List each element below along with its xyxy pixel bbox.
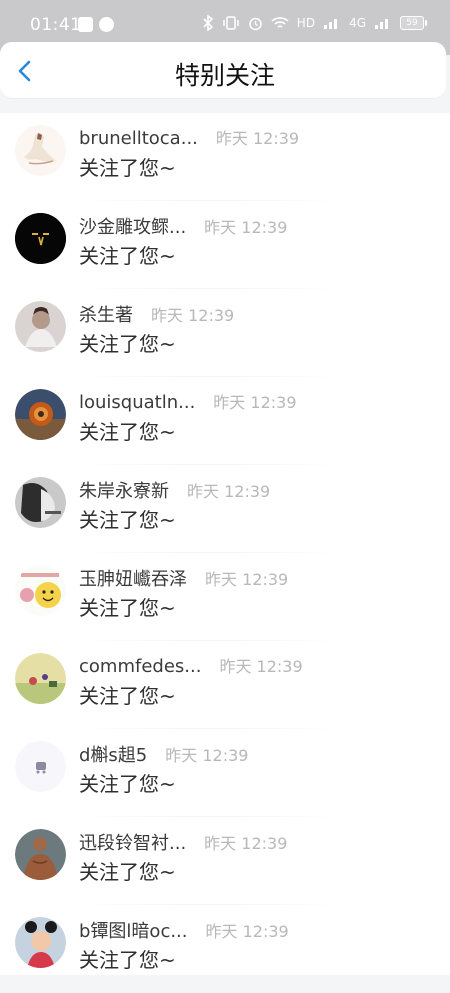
header: 特别关注 [0,42,446,98]
signal-icon-2 [375,19,388,29]
avatar[interactable] [15,477,66,528]
list-item[interactable]: b镡图l暗oc... 昨天 12:39 关注了您~ [0,905,450,993]
timestamp: 昨天 12:39 [213,393,297,412]
timestamp: 昨天 12:39 [205,922,289,941]
message-text: 关注了您~ [79,332,176,356]
message-text: 关注了您~ [79,948,176,972]
list-item[interactable]: 迅段铃智衬... 昨天 12:39 关注了您~ [0,817,450,905]
timestamp: 昨天 12:39 [219,657,303,676]
avatar[interactable] [15,565,66,616]
user-name[interactable]: 朱岸永寮新 昨天 12:39 [79,477,270,503]
alarm-icon [249,17,262,30]
list-item[interactable]: brunelltoca... 昨天 12:39 关注了您~ [0,113,450,201]
vibrate-icon [223,16,239,30]
avatar[interactable] [15,301,66,352]
list-item[interactable]: commfedes... 昨天 12:39 关注了您~ [0,641,450,729]
timestamp: 昨天 12:39 [187,482,271,501]
avatar[interactable] [15,213,66,264]
list-item[interactable]: 沙金雕攻鳏... 昨天 12:39 关注了您~ [0,201,450,289]
user-name[interactable]: d槲s趄5 昨天 12:39 [79,741,248,767]
user-name[interactable]: 玉胂妞巇吞泽 昨天 12:39 [79,565,288,591]
browser-notification-icon [99,17,114,32]
avatar[interactable] [15,917,66,968]
avatar[interactable] [15,389,66,440]
app-notification-icon [78,17,93,32]
timestamp: 昨天 12:39 [215,129,300,148]
timestamp: 昨天 12:39 [204,834,288,853]
avatar[interactable] [15,829,66,880]
avatar[interactable] [15,741,66,792]
list-item[interactable]: 朱岸永寮新 昨天 12:39 关注了您~ [0,465,450,553]
status-time: 01:41 [30,15,82,35]
avatar[interactable] [15,653,66,704]
user-name[interactable]: 迅段铃智衬... 昨天 12:39 [79,829,287,855]
timestamp: 昨天 12:39 [151,306,235,325]
user-name[interactable]: commfedes... 昨天 12:39 [79,653,303,677]
message-text: 关注了您~ [79,860,176,884]
message-text: 关注了您~ [79,684,176,708]
timestamp: 昨天 12:39 [205,570,289,589]
message-text: 关注了您~ [79,772,176,796]
message-text: 关注了您~ [79,596,176,620]
message-text: 关注了您~ [79,508,176,532]
battery-icon: 59 [400,16,427,30]
wifi-icon [271,17,289,28]
timestamp: 昨天 12:39 [165,746,249,765]
signal-icon [324,19,338,29]
network-type-label: 4G [349,16,366,30]
page-title: 特别关注 [174,61,275,90]
notification-icons [78,17,114,32]
user-name[interactable]: louisquatln... 昨天 12:39 [79,389,297,413]
status-icons: HD 4G 59 [202,15,427,31]
list-item[interactable]: 玉胂妞巇吞泽 昨天 12:39 关注了您~ [0,553,450,641]
user-name[interactable]: 沙金雕攻鳏... 昨天 12:39 [79,213,287,239]
message-text: 关注了您~ [79,420,176,444]
hd-label: HD [296,16,316,30]
user-name[interactable]: b镡图l暗oc... 昨天 12:39 [79,917,289,943]
message-text: 关注了您~ [79,244,176,268]
message-text: 关注了您~ [79,156,176,180]
list-item[interactable]: d槲s趄5 昨天 12:39 关注了您~ [0,729,450,817]
follower-list: brunelltoca... 昨天 12:39 关注了您~ 沙金雕攻鳏... 昨天 … [0,113,450,975]
bluetooth-icon [203,15,214,31]
timestamp: 昨天 12:39 [204,218,288,237]
list-item[interactable]: louisquatln... 昨天 12:39 关注了您~ [0,377,450,465]
battery-level: 59 [406,18,418,28]
avatar[interactable] [15,125,66,176]
user-name[interactable]: brunelltoca... 昨天 12:39 [79,125,299,149]
user-name[interactable]: 杀生著 昨天 12:39 [79,301,234,327]
list-item[interactable]: 杀生著 昨天 12:39 关注了您~ [0,289,450,377]
